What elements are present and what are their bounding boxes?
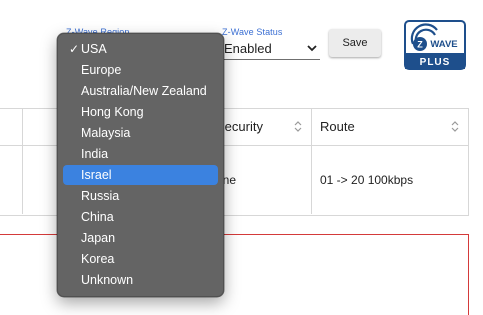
column-divider <box>22 108 23 214</box>
status-select[interactable]: Enabled <box>222 37 320 60</box>
svg-text:WAVE: WAVE <box>430 39 457 50</box>
region-option[interactable]: Korea <box>63 249 218 269</box>
column-header-security[interactable]: Security <box>214 108 311 145</box>
save-button[interactable]: Save <box>329 29 381 57</box>
column-divider <box>311 108 312 214</box>
chevron-down-icon <box>307 45 317 52</box>
region-option[interactable]: ✓ USA <box>63 39 218 59</box>
checkmark-icon: ✓ <box>69 42 80 56</box>
region-option[interactable]: Malaysia <box>63 123 218 143</box>
region-option[interactable]: Hong Kong <box>63 102 218 122</box>
column-header-route[interactable]: Route <box>312 108 468 145</box>
status-label: Z-Wave Status <box>222 27 283 37</box>
region-option[interactable]: Japan <box>63 228 218 248</box>
svg-text:PLUS: PLUS <box>420 57 451 68</box>
region-option-highlighted[interactable]: Israel <box>63 165 218 185</box>
table-cell-route: 01 -> 20 100kbps <box>320 173 414 187</box>
region-option[interactable]: Russia <box>63 186 218 206</box>
zwave-plus-logo: Z WAVE PLUS <box>404 20 466 70</box>
status-select-value: Enabled <box>224 41 272 56</box>
region-option[interactable]: Europe <box>63 60 218 80</box>
region-option[interactable]: Unknown <box>63 270 218 290</box>
region-dropdown-menu[interactable]: ✓ USA Europe Australia/New Zealand Hong … <box>57 33 224 297</box>
region-option[interactable]: India <box>63 144 218 164</box>
region-option[interactable]: China <box>63 207 218 227</box>
sort-icon <box>451 121 459 132</box>
region-option[interactable]: Australia/New Zealand <box>63 81 218 101</box>
sort-icon <box>294 121 302 132</box>
svg-text:Z: Z <box>417 40 423 50</box>
